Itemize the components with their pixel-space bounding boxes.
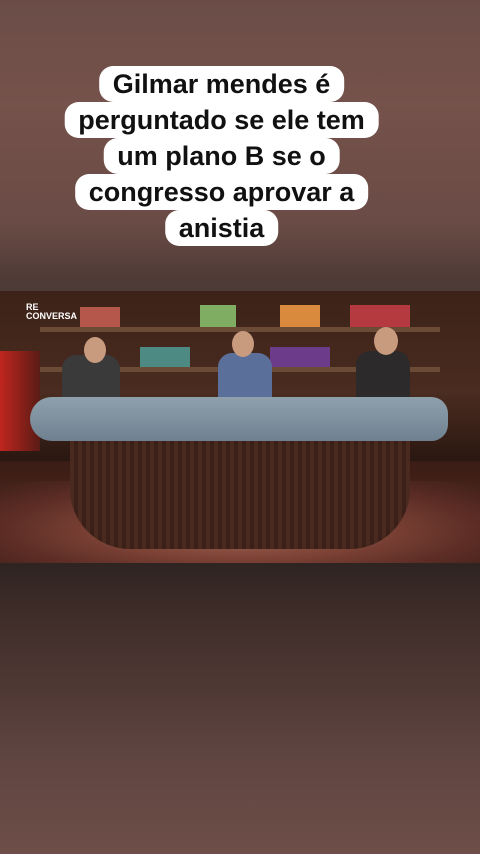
caption-line-2: perguntado se ele tem xyxy=(64,102,379,138)
caption-line-1: Gilmar mendes é xyxy=(98,66,345,102)
caption-line-5: anistia xyxy=(164,210,279,246)
red-light xyxy=(0,351,40,451)
person-left-head xyxy=(84,337,106,363)
desk-base xyxy=(70,431,410,549)
books xyxy=(140,347,190,367)
person-right-head xyxy=(374,327,398,355)
books xyxy=(200,305,236,327)
channel-logo: RE CONVERSA xyxy=(26,302,78,321)
caption-line-4: congresso aprovar a xyxy=(74,174,369,210)
caption-line-3: um plano B se o xyxy=(103,138,340,174)
books xyxy=(280,305,320,327)
person-center-head xyxy=(232,331,254,357)
person-center xyxy=(218,353,272,403)
books xyxy=(350,305,410,327)
caption-overlay: Gilmar mendes é perguntado se ele tem um… xyxy=(50,66,393,251)
books xyxy=(80,307,120,327)
desk-top xyxy=(30,397,448,441)
video-frame xyxy=(0,291,480,563)
books xyxy=(270,347,330,367)
